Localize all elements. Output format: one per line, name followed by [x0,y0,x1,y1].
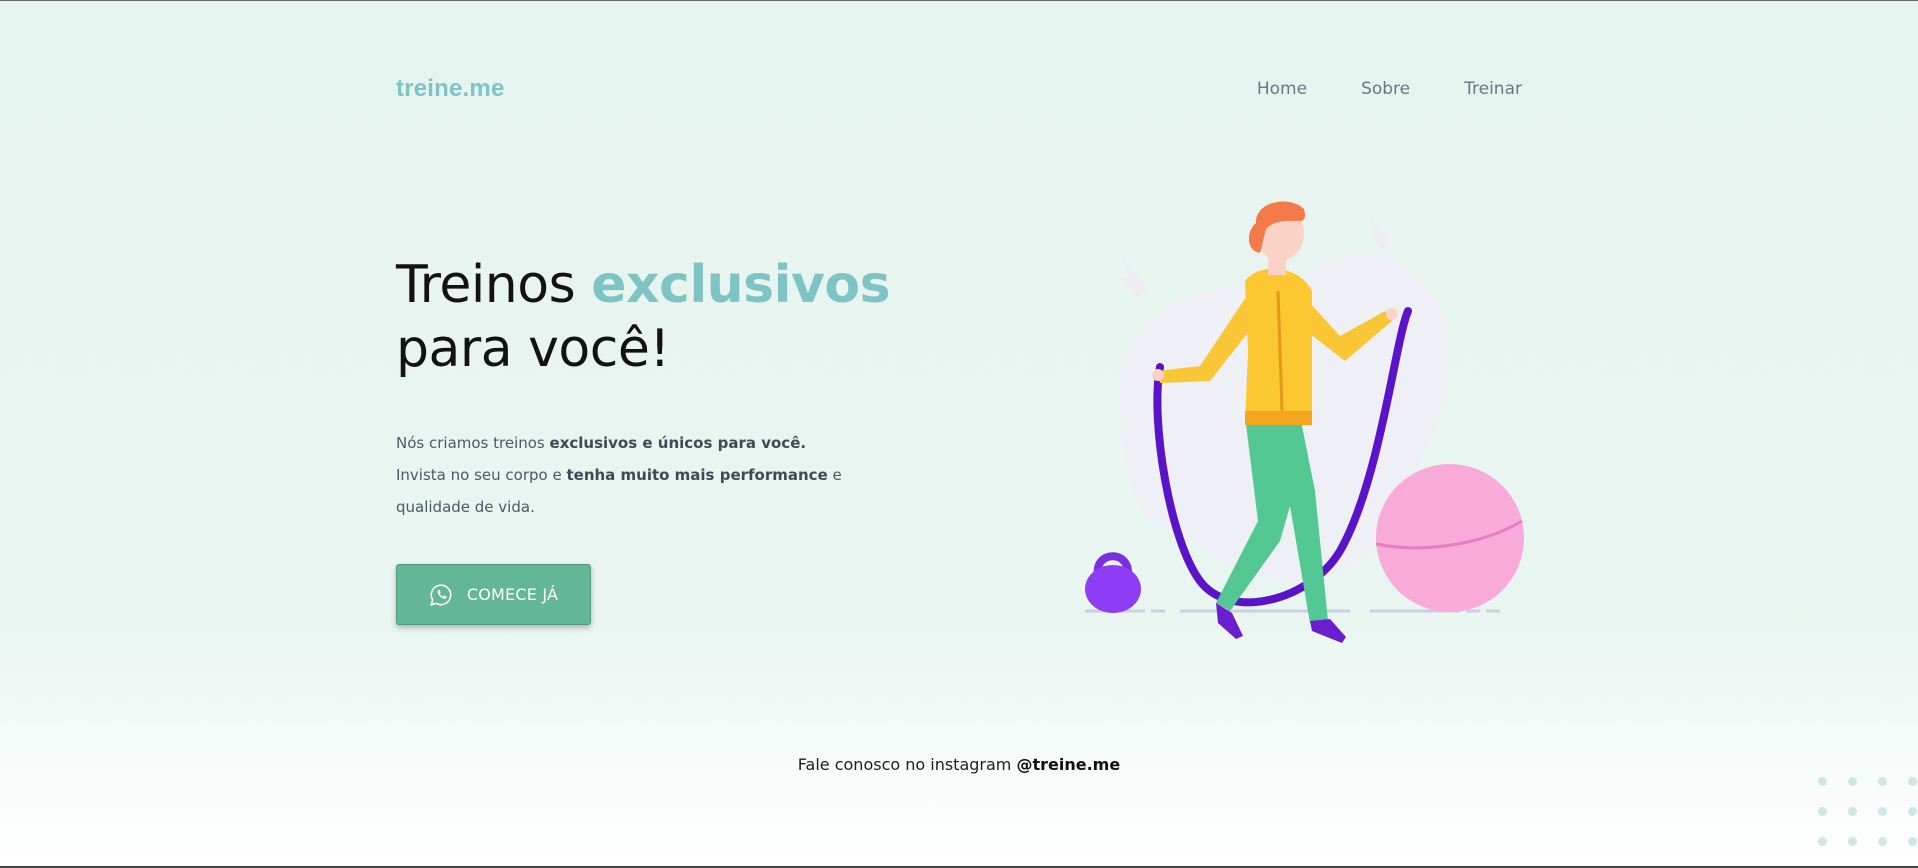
footer-text: Fale conosco no instagram [797,755,1017,774]
nav-home[interactable]: Home [1257,79,1307,99]
whatsapp-icon [429,583,453,607]
dot [1908,807,1917,816]
lightning-icon [1368,219,1395,259]
dot [1908,837,1917,846]
site-header: treine.me Home Sobre Treinar [396,71,1522,111]
nav-sobre[interactable]: Sobre [1361,79,1410,99]
person-foot [1310,619,1346,643]
dot [1818,777,1827,786]
hero-text-plain: qualidade de vida. [396,498,535,516]
hero-title: Treinos exclusivos para você! [396,253,891,381]
hero-text-bold: tenha muito mais performance [566,466,828,484]
dot [1848,837,1857,846]
dot [1818,837,1827,846]
dot [1908,777,1917,786]
comece-ja-button[interactable]: COMECE JÁ [396,564,591,625]
hero-title-accent: exclusivos [591,255,891,315]
dot [1878,777,1887,786]
cta-label: COMECE JÁ [466,585,559,604]
decorative-dots [1818,777,1918,867]
dot [1818,807,1827,816]
hero-text-plain: Nós criamos treinos [396,434,550,452]
person-hand [1152,369,1164,381]
dot [1878,807,1887,816]
nav-treinar[interactable]: Treinar [1464,79,1522,99]
dot [1878,837,1887,846]
hero-text-plain: Invista no seu corpo e [396,466,567,484]
main-nav: Home Sobre Treinar [1257,79,1522,99]
hero-text-plain: e [827,466,842,484]
hero-title-part2: para você! [396,319,670,379]
lightning-icon [1118,256,1152,311]
jump-rope-illustration [1085,201,1524,643]
instagram-handle-link[interactable]: @treine.me [1016,755,1120,774]
dot [1848,777,1857,786]
footer-instagram-note: Fale conosco no instagram @treine.me [0,755,1918,774]
hero-description: Nós criamos treinos exclusivos e únicos … [396,427,866,523]
person-hand [1386,308,1398,320]
hoodie-band [1245,411,1312,425]
kettlebell-body [1085,565,1141,613]
exercise-ball [1376,464,1524,612]
logo[interactable]: treine.me [396,75,505,103]
dot [1848,807,1857,816]
hero-text-bold: exclusivos e únicos para você. [549,434,807,452]
hero-title-part1: Treinos [396,255,592,315]
